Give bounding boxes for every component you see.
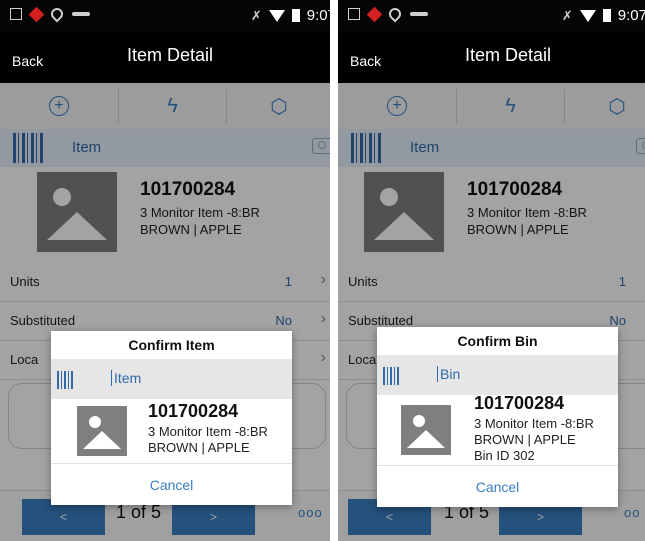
cancel-button[interactable]: Cancel (377, 465, 618, 508)
dialog-item-id: 101700284 (474, 393, 565, 413)
alert-icon (28, 6, 45, 22)
clock: 9:07 (306, 7, 330, 24)
image-icon (348, 8, 360, 20)
dialog-item-description: 3 Monitor Item -8:BR (148, 424, 268, 439)
dialog-bin-id: Bin ID 302 (474, 448, 535, 463)
dialog-scan-field[interactable]: Item (51, 359, 292, 399)
mute-icon: ✗ (561, 7, 573, 23)
wifi-icon (579, 9, 596, 22)
status-bar: ✗ 9:07 (0, 0, 330, 32)
dialog-title: Confirm Item (128, 337, 215, 353)
barcode-icon (383, 367, 401, 385)
title-bar: Item Detail Back (0, 32, 330, 83)
item-scan-input[interactable]: Item (111, 370, 141, 386)
dialog-scan-field[interactable]: Bin (377, 355, 618, 395)
screen-confirm-bin: ✗ 9:07 Item Detail Back + ϟ ⬡ Item 10170… (338, 0, 645, 541)
image-icon (10, 8, 22, 20)
item-image (77, 406, 127, 456)
cancel-button[interactable]: Cancel (51, 463, 292, 506)
wifi-icon (268, 9, 285, 22)
confirm-item-dialog: Confirm Item Item 101700284 3 Monitor It… (51, 331, 292, 505)
wifi-question-icon (386, 5, 404, 23)
wifi-question-icon (48, 5, 66, 23)
item-image (401, 405, 451, 455)
dialog-item-id: 101700284 (148, 401, 239, 421)
dialog-item-attributes: BROWN | APPLE (148, 440, 250, 455)
back-button[interactable]: Back (12, 53, 43, 69)
key-icon (410, 12, 428, 16)
alert-icon (366, 6, 383, 22)
bin-scan-input[interactable]: Bin (437, 366, 460, 382)
clock: 9:07 (617, 7, 645, 24)
page-title: Item Detail (464, 45, 552, 65)
dialog-item-description: 3 Monitor Item -8:BR (474, 416, 594, 431)
page-title: Item Detail (126, 45, 214, 65)
battery-icon (602, 9, 611, 22)
title-bar: Item Detail Back (338, 32, 645, 83)
back-button[interactable]: Back (350, 53, 381, 69)
key-icon (72, 12, 90, 16)
screen-confirm-item: ✗ 9:07 Item Detail Back + ϟ ⬡ Item (0, 0, 330, 541)
battery-icon (291, 9, 300, 22)
dialog-title: Confirm Bin (457, 333, 538, 349)
status-bar: ✗ 9:07 (338, 0, 645, 32)
confirm-bin-dialog: Confirm Bin Bin 101700284 3 Monitor Item… (377, 327, 618, 507)
mute-icon: ✗ (250, 7, 262, 23)
dialog-item-attributes: BROWN | APPLE (474, 432, 576, 447)
barcode-icon (57, 371, 75, 389)
